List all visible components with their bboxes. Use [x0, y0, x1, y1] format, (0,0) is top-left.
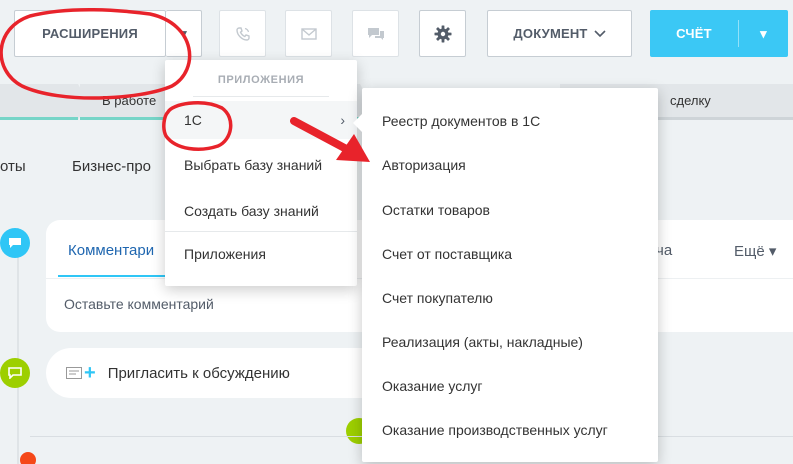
settings-button[interactable] [419, 10, 466, 57]
caret-down-icon: ▾ [180, 25, 187, 41]
comment-input[interactable]: Оставьте комментарий [64, 296, 214, 312]
timeline-line [17, 228, 19, 464]
gear-icon [434, 25, 451, 42]
invoice-label: СЧЁТ [676, 26, 712, 41]
menu-item-label: 1С [184, 112, 202, 128]
submenu-item-production-services[interactable]: Оказание производственных услуг [382, 422, 608, 438]
tab-partial[interactable]: оты [0, 158, 26, 175]
invoice-caret-icon[interactable]: ▾ [739, 26, 788, 42]
menu-separator [165, 231, 357, 232]
mail-icon [300, 27, 317, 40]
submenu-item-supplier-invoice[interactable]: Счет от поставщика [382, 246, 512, 262]
invite-label: Пригласить к обсуждению [107, 364, 290, 382]
extensions-caret-button[interactable]: ▾ [166, 10, 202, 57]
extensions-button[interactable]: РАСШИРЕНИЯ [14, 10, 166, 57]
submenu-item-authorization[interactable]: Авторизация [382, 157, 466, 173]
toolbar: РАСШИРЕНИЯ ▾ ДОКУМЕНТ СЧЁТ ▾ [0, 0, 793, 66]
phone-icon [235, 26, 250, 41]
submenu-item-services[interactable]: Оказание услуг [382, 378, 483, 394]
menu-header-line [193, 96, 329, 97]
stage-label: сделку [670, 93, 711, 108]
1c-submenu: Реестр документов в 1С Авторизация Остат… [353, 88, 658, 462]
submenu-item-stock-balance[interactable]: Остатки товаров [382, 202, 490, 218]
chat-button[interactable] [352, 10, 399, 57]
submenu-item-document-registry[interactable]: Реестр документов в 1С [382, 113, 540, 129]
submenu-item-sales[interactable]: Реализация (акты, накладные) [382, 334, 583, 350]
stage-previous[interactable] [0, 84, 88, 120]
menu-item-choose-knowledge-base[interactable]: Выбрать базу знаний [165, 157, 357, 173]
tab-task-partial[interactable]: ча [656, 242, 672, 259]
chevron-right-icon: › [340, 112, 345, 128]
phone-button[interactable] [219, 10, 266, 57]
menu-item-create-knowledge-base[interactable]: Создать базу знаний [165, 203, 357, 219]
menu-item-applications[interactable]: Приложения [165, 246, 357, 262]
menu-header: ПРИЛОЖЕНИЯ [217, 74, 305, 86]
menu-item-1c[interactable]: 1С › [165, 101, 357, 139]
document-button[interactable]: ДОКУМЕНТ [487, 10, 632, 57]
document-label: ДОКУМЕНТ [513, 26, 588, 41]
chat-icon [367, 27, 384, 40]
message-icon [66, 367, 82, 379]
invoice-button[interactable]: СЧЁТ ▾ [650, 10, 788, 57]
more-tabs-button[interactable]: Ещё ▾ [734, 242, 776, 260]
chevron-down-icon [594, 29, 606, 37]
extensions-dropdown: ПРИЛОЖЕНИЯ 1С › Выбрать базу знаний Созд… [165, 60, 357, 286]
mail-button[interactable] [285, 10, 332, 57]
tab-business-processes[interactable]: Бизнес-про [72, 158, 151, 175]
extensions-label: РАСШИРЕНИЯ [42, 26, 138, 41]
tab-comment[interactable]: Комментари [68, 242, 154, 259]
submenu-item-customer-invoice[interactable]: Счет покупателю [382, 290, 493, 306]
orange-status-dot [20, 452, 36, 464]
plus-icon: + [84, 361, 96, 384]
stage-label: В работе [102, 93, 157, 108]
comment-timeline-icon [0, 228, 30, 258]
chat-timeline-icon [0, 358, 30, 388]
